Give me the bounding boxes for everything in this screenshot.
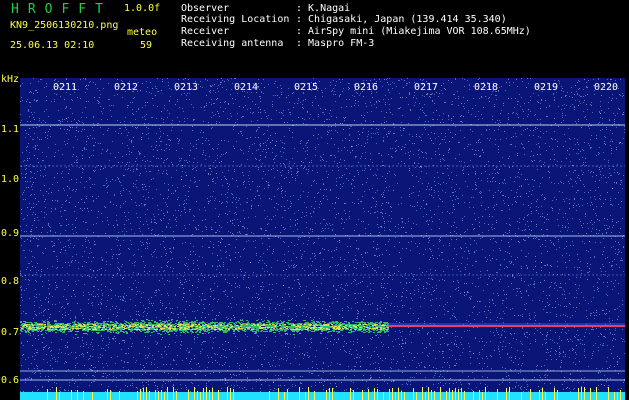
time-tick-label: 0213	[174, 82, 199, 93]
capture-datetime: 25.06.13 02:10	[10, 40, 95, 51]
receiver-label: Receiver	[181, 26, 230, 37]
location-label: Receiving Location	[181, 14, 290, 25]
time-tick-label: 0212	[114, 82, 139, 93]
y-tick-label: 0.8	[1, 276, 20, 287]
spectrogram-canvas	[20, 78, 625, 400]
time-tick-label: 0215	[294, 82, 319, 93]
time-tick-label: 0211	[53, 82, 78, 93]
y-unit-label: kHz	[1, 74, 20, 85]
y-tick-label: 1.0	[1, 174, 20, 185]
spectrogram[interactable]	[20, 78, 625, 400]
time-tick-label: 0216	[354, 82, 379, 93]
time-tick-label: 0217	[414, 82, 439, 93]
noise-highlights	[20, 78, 625, 400]
meteo-label: meteo	[127, 27, 158, 38]
header-panel: HROFFT 1.0.0f KN9_2506130210.png meteo 2…	[0, 0, 629, 78]
meteor-count: 59	[140, 40, 153, 51]
time-tick-label: 0218	[474, 82, 499, 93]
y-tick-label: 0.6	[1, 375, 20, 386]
app-title: HROFFT	[11, 2, 112, 17]
y-tick-label: 1.1	[1, 124, 20, 135]
antenna-value: : Maspro FM-3	[296, 38, 375, 49]
app-version: 1.0.0f	[124, 3, 161, 14]
y-tick-label: 0.7	[1, 327, 20, 338]
time-tick-label: 0214	[234, 82, 259, 93]
time-tick-label: 0219	[534, 82, 559, 93]
location-value: : Chigasaki, Japan (139.414 35.340)	[296, 14, 507, 25]
frequency-axis: kHz 1.1 1.0 0.9 0.8 0.7 0.6	[0, 74, 20, 400]
noise-speckles	[20, 78, 625, 400]
time-tick-label: 0220	[594, 82, 619, 93]
image-filename: KN9_2506130210.png	[10, 20, 119, 31]
antenna-label: Receiving antenna	[181, 38, 284, 49]
observer-value: : K.Nagai	[296, 3, 351, 14]
receiver-value: : AirSpy mini (Miakejima VOR 108.65MHz)	[296, 26, 531, 37]
observer-label: Observer	[181, 3, 230, 14]
y-tick-label: 0.9	[1, 228, 20, 239]
